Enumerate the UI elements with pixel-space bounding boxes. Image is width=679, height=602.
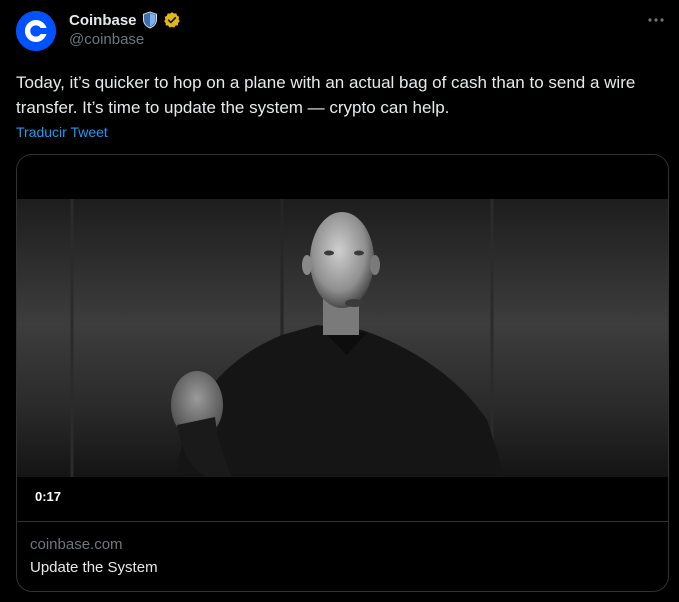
shield-icon xyxy=(141,11,159,29)
card-divider xyxy=(17,521,668,522)
ellipsis-icon xyxy=(648,18,664,22)
author-handle[interactable]: @coinbase xyxy=(69,31,144,48)
verified-gold-icon xyxy=(163,11,181,29)
more-options-button[interactable] xyxy=(645,10,667,30)
video-duration: 0:17 xyxy=(29,487,68,506)
tweet[interactable]: Coinbase @coinbase Today, it’s quicker t… xyxy=(0,0,679,602)
translate-tweet-link[interactable]: Traducir Tweet xyxy=(16,124,108,140)
video-thumbnail xyxy=(17,155,668,521)
avatar[interactable] xyxy=(16,11,56,51)
media-card[interactable]: 0:17 coinbase.com Update the System xyxy=(16,154,669,592)
card-title[interactable]: Update the System xyxy=(30,559,158,576)
card-domain[interactable]: coinbase.com xyxy=(30,536,123,553)
coinbase-logo-icon xyxy=(16,11,56,51)
author-display-name[interactable]: Coinbase xyxy=(69,12,137,29)
video-player[interactable]: 0:17 xyxy=(17,155,668,521)
tweet-text: Today, it’s quicker to hop on a plane wi… xyxy=(16,73,636,117)
author-name-row[interactable]: Coinbase xyxy=(69,10,181,30)
